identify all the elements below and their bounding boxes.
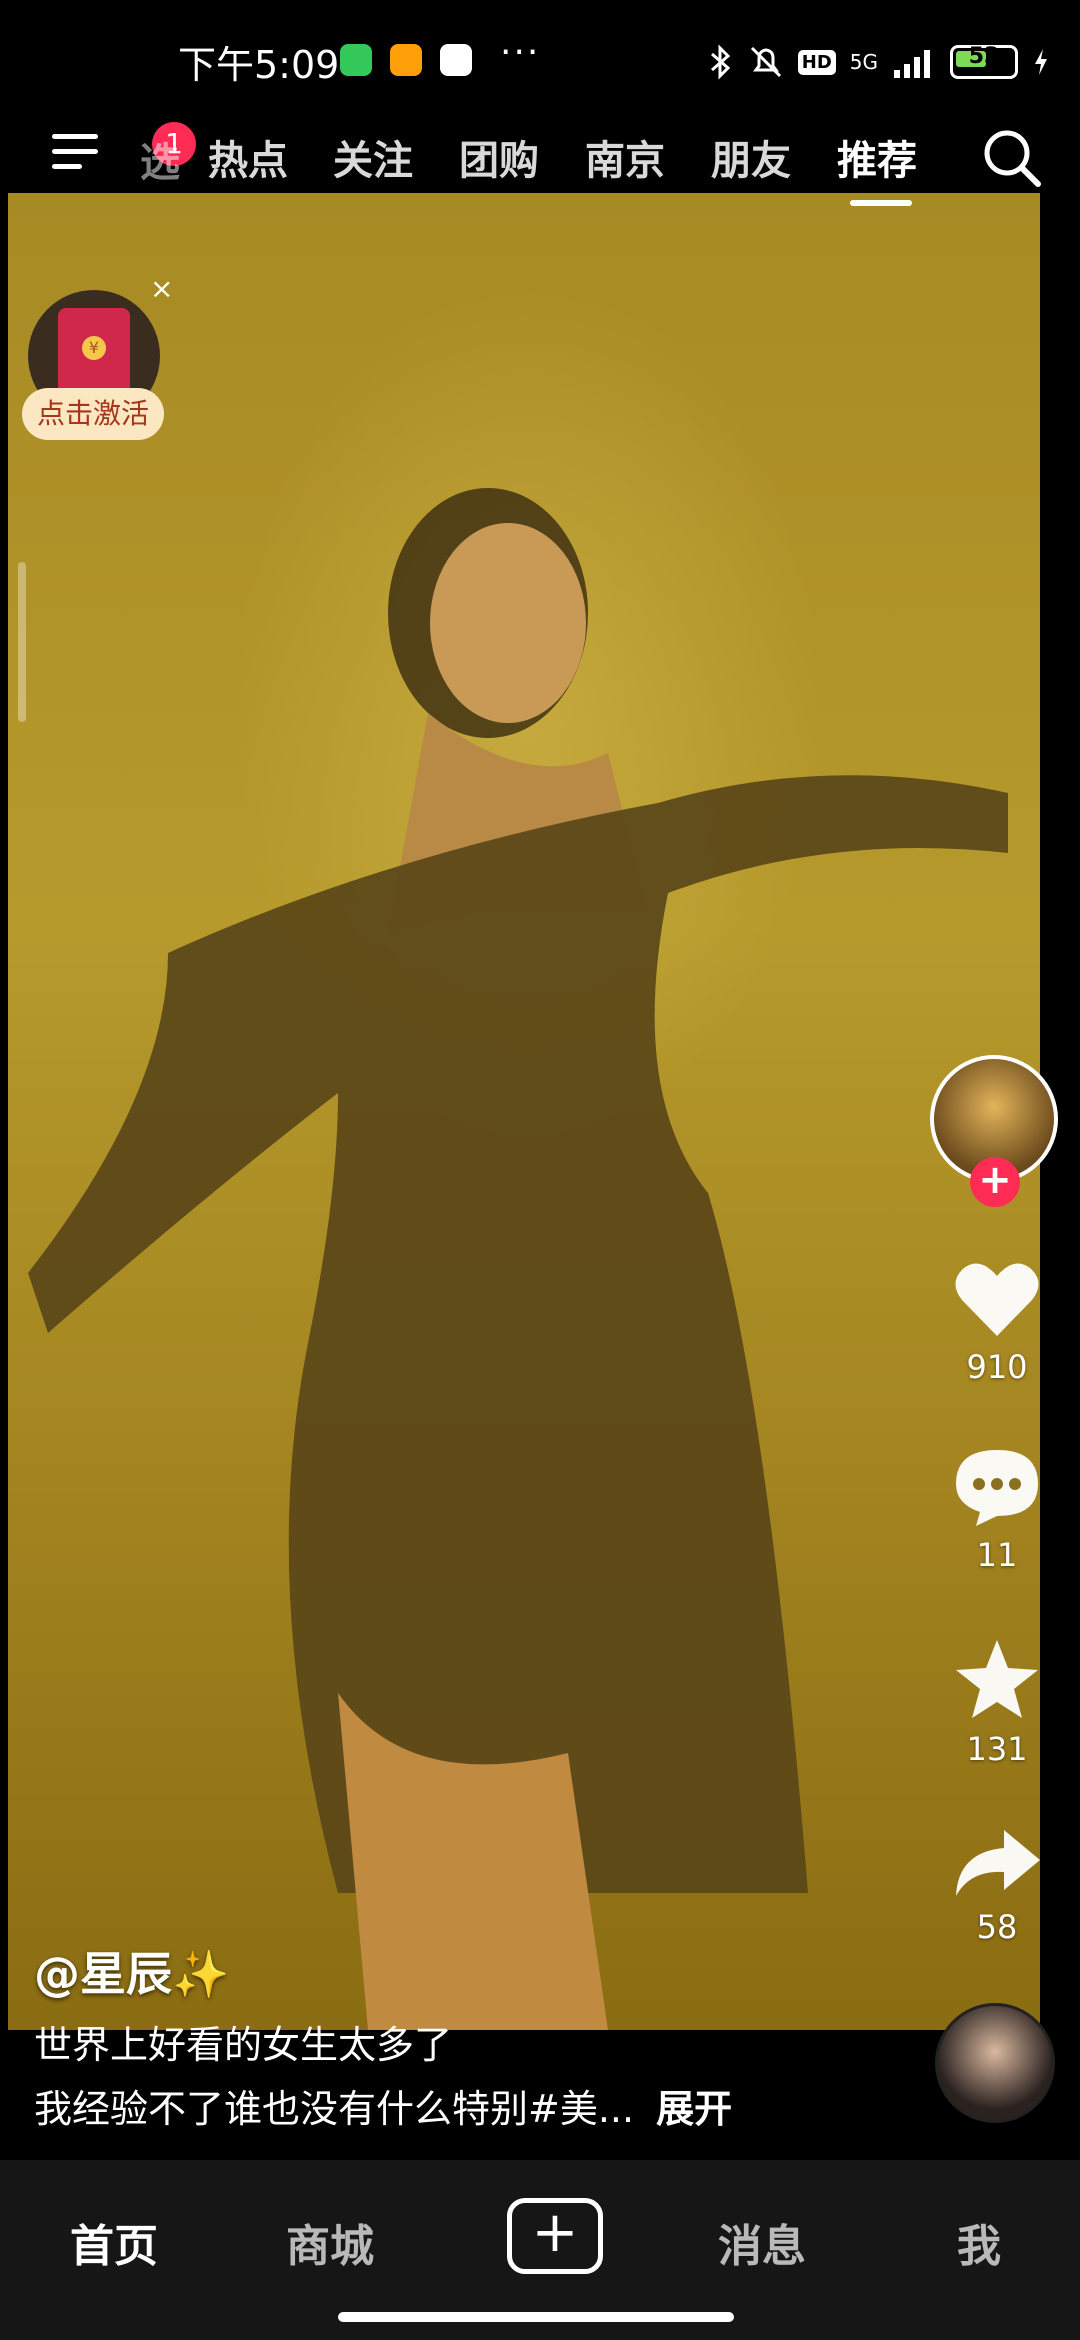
share-count: 58 (976, 1908, 1018, 1946)
home-indicator[interactable] (338, 2312, 734, 2322)
like-count: 910 (966, 1348, 1028, 1386)
mute-bell-icon (750, 46, 781, 78)
like-button[interactable]: 910 (945, 1258, 1049, 1386)
red-envelope-icon: ¥ (58, 308, 130, 398)
coin-icon: ¥ (82, 336, 106, 360)
music-disc[interactable] (935, 2003, 1055, 2123)
comment-button[interactable]: 11 (945, 1446, 1049, 1574)
comment-icon (956, 1450, 1038, 1526)
status-icons: HD 5G 53 (708, 40, 1050, 84)
favorite-count: 131 (966, 1730, 1028, 1768)
menu-button[interactable]: 1 (52, 122, 196, 184)
charging-icon (1035, 49, 1047, 75)
follow-button[interactable]: + (970, 1157, 1020, 1207)
expand-link[interactable]: 展开 (656, 2087, 732, 2131)
video-frame (28, 488, 1008, 2030)
heart-icon (955, 1263, 1039, 1336)
more-notifications-icon: ··· (500, 32, 541, 73)
nav-me[interactable]: 我 (957, 2210, 1001, 2274)
network-type: 5G (849, 50, 878, 74)
battery-icon: 53 (950, 44, 1018, 79)
nav-messages[interactable]: 消息 (718, 2210, 806, 2274)
status-time: 下午5:09 (178, 43, 340, 87)
tab-hot[interactable]: 热点 (208, 128, 288, 186)
description-line-1: 世界上好看的女生太多了 (34, 2023, 453, 2067)
activate-button[interactable]: 点击激活 (22, 388, 164, 440)
status-bar: 下午5:09 ··· HD 5G 53 (0, 0, 1080, 120)
tab-friends[interactable]: 朋友 (711, 128, 791, 186)
create-button[interactable]: + (507, 2198, 603, 2274)
signal-icon (894, 50, 930, 78)
video-player[interactable] (8, 193, 1040, 2030)
favorite-button[interactable]: 131 (945, 1636, 1049, 1768)
app-notification-icon (390, 44, 422, 76)
tab-following[interactable]: 关注 (333, 128, 413, 186)
active-tab-indicator (850, 200, 912, 206)
top-nav: 1 选 热点 关注 团购 南京 朋友 推荐 (0, 120, 1080, 206)
share-button[interactable]: 58 (945, 1826, 1049, 1946)
app-notification-icon (340, 44, 372, 76)
bluetooth-icon (710, 44, 730, 80)
tab-group-buy[interactable]: 团购 (459, 128, 539, 186)
comment-count: 11 (976, 1536, 1018, 1574)
star-icon (956, 1640, 1038, 1718)
app-notification-icon (440, 44, 472, 76)
close-icon[interactable]: × (150, 272, 173, 305)
bottom-nav: 首页 商城 + 消息 我 (0, 2160, 1080, 2340)
nav-home[interactable]: 首页 (70, 2210, 158, 2274)
share-arrow-icon (956, 1830, 1040, 1896)
author-name[interactable]: @星辰✨ (34, 1938, 229, 2004)
tab-partial[interactable]: 选 (140, 130, 180, 188)
description-line-2: 我经验不了谁也没有什么特别#美... 展开 (34, 2078, 732, 2133)
description-text: 我经验不了谁也没有什么特别#美... (34, 2087, 635, 2131)
hd-badge: HD (797, 49, 836, 75)
tab-nanjing[interactable]: 南京 (585, 128, 665, 186)
nav-mall[interactable]: 商城 (286, 2210, 374, 2274)
scroll-handle[interactable] (18, 562, 26, 722)
battery-level: 53 (968, 44, 1000, 69)
search-icon[interactable] (980, 126, 1044, 190)
tab-recommended[interactable]: 推荐 (837, 128, 917, 186)
